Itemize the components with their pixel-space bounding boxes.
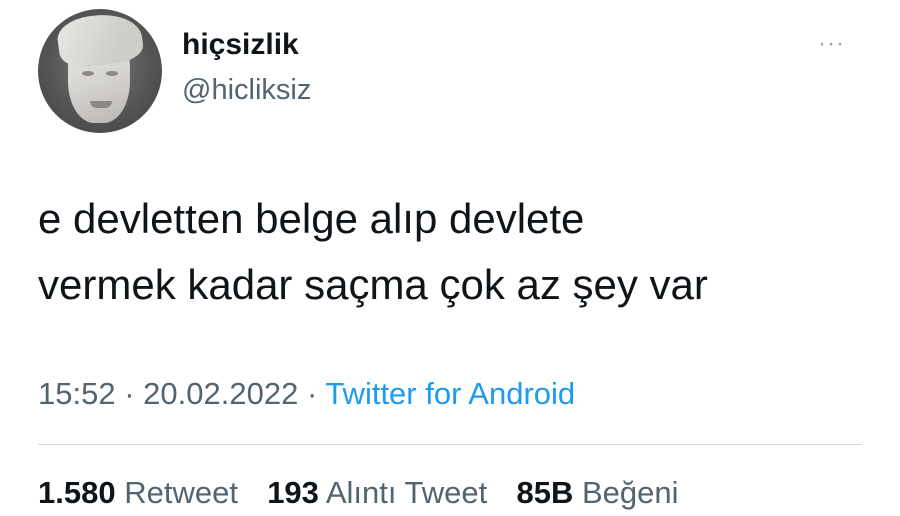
meta-separator: · — [306, 376, 318, 411]
tweet-text-line-2: vermek kadar saçma çok az şey var — [38, 261, 708, 308]
likes-stat[interactable]: 85B Beğeni — [516, 475, 678, 510]
tweet-date[interactable]: 20.02.2022 — [143, 376, 298, 411]
quotes-label: Alıntı Tweet — [325, 475, 488, 510]
avatar-eye-shape — [82, 71, 94, 76]
likes-label: Beğeni — [581, 475, 679, 510]
quotes-stat[interactable]: 193 Alıntı Tweet — [267, 475, 496, 510]
tweet-source-link[interactable]: Twitter for Android — [325, 376, 575, 411]
quotes-count: 193 — [267, 475, 319, 510]
more-options-icon[interactable]: ··· — [818, 32, 845, 56]
display-name[interactable]: hiçsizlik — [182, 27, 299, 63]
avatar-veil-shape — [54, 9, 146, 71]
avatar-eye-shape — [106, 71, 118, 76]
retweets-label: Retweet — [124, 475, 238, 510]
user-handle[interactable]: @hicliksiz — [182, 72, 311, 108]
avatar-mouth-shape — [90, 101, 112, 108]
retweets-count: 1.580 — [38, 475, 116, 510]
avatar[interactable] — [38, 9, 162, 133]
tweet-card: hiçsizlik @hicliksiz ··· e devletten bel… — [0, 0, 900, 516]
tweet-stats: 1.580 Retweet 193 Alıntı Tweet 85B Beğen… — [38, 471, 679, 515]
divider — [38, 444, 862, 445]
retweets-stat[interactable]: 1.580 Retweet — [38, 475, 247, 510]
tweet-time[interactable]: 15:52 — [38, 376, 116, 411]
meta-separator: · — [124, 376, 135, 411]
tweet-text: e devletten belge alıp devlete vermek ka… — [38, 186, 878, 318]
tweet-meta: 15:52 · 20.02.2022 · Twitter for Android — [38, 374, 575, 414]
likes-count: 85B — [516, 475, 574, 510]
tweet-text-line-1: e devletten belge alıp devlete — [38, 195, 585, 242]
